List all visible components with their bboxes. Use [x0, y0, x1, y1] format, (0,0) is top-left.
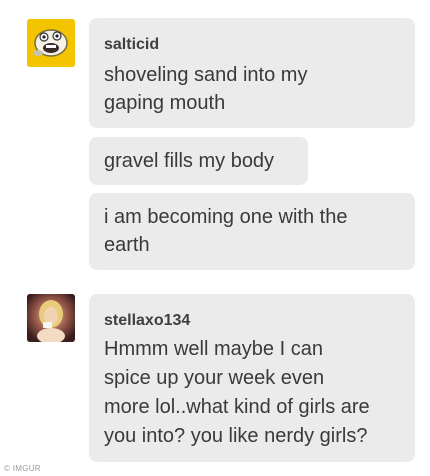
- username-label[interactable]: salticid: [104, 35, 400, 55]
- imgur-watermark: © IMGUR: [4, 464, 41, 473]
- stellaxo134-avatar-icon[interactable]: [27, 294, 75, 342]
- message-bubble: gravel fills my body: [89, 137, 308, 185]
- salticid-avatar-icon[interactable]: [27, 19, 75, 67]
- username-label[interactable]: stellaxo134: [104, 311, 400, 331]
- message-text: Hmmm well maybe I can spice up your week…: [104, 338, 370, 447]
- message-bubble: i am becoming one with the earth: [89, 193, 415, 270]
- message-text: shoveling sand into my gaping mouth: [104, 64, 308, 114]
- message-bubble: stellaxo134 Hmmm well maybe I can spice …: [89, 294, 415, 462]
- message-text: i am becoming one with the earth: [104, 206, 348, 256]
- message-text: gravel fills my body: [104, 150, 275, 172]
- chat-thread: salticid shoveling sand into my gaping m…: [0, 0, 430, 476]
- message-bubble: salticid shoveling sand into my gaping m…: [89, 18, 415, 128]
